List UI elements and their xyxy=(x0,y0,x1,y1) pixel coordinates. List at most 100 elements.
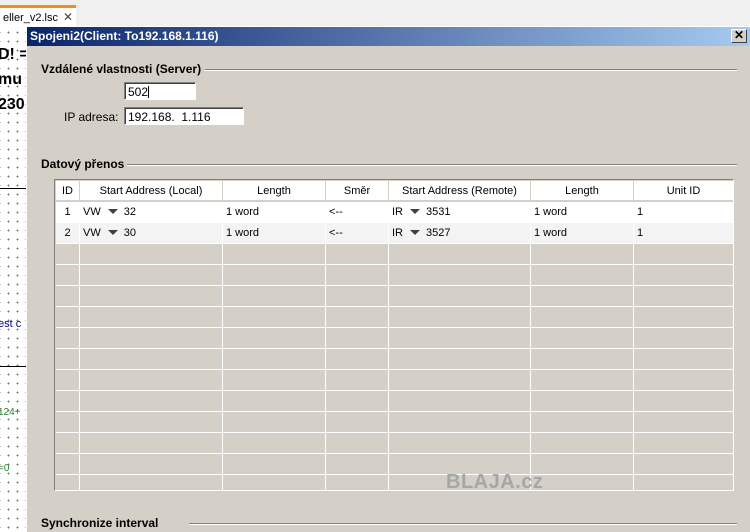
row-id[interactable]: 1 xyxy=(56,202,80,223)
empty-grid-cell[interactable] xyxy=(389,328,531,349)
empty-grid-cell[interactable] xyxy=(531,349,634,370)
empty-grid-cell[interactable] xyxy=(223,307,326,328)
empty-grid-cell[interactable] xyxy=(223,391,326,412)
port-field[interactable]: 502 xyxy=(124,82,196,100)
empty-grid-cell[interactable] xyxy=(531,286,634,307)
empty-grid-cell[interactable] xyxy=(634,349,733,370)
empty-grid-cell[interactable] xyxy=(634,265,733,286)
empty-grid-cell[interactable] xyxy=(634,391,733,412)
empty-grid-cell[interactable] xyxy=(326,454,389,475)
empty-grid-cell[interactable] xyxy=(634,412,733,433)
empty-grid-cell[interactable] xyxy=(531,391,634,412)
empty-grid-cell[interactable] xyxy=(223,412,326,433)
empty-grid-cell[interactable] xyxy=(326,307,389,328)
empty-grid-cell[interactable] xyxy=(56,454,80,475)
empty-grid-cell[interactable] xyxy=(389,370,531,391)
empty-grid-cell[interactable] xyxy=(80,244,223,265)
dropdown-arrow-icon[interactable] xyxy=(107,230,118,235)
empty-grid-cell[interactable] xyxy=(326,433,389,454)
empty-grid-cell[interactable] xyxy=(326,328,389,349)
empty-grid-cell[interactable] xyxy=(56,244,80,265)
column-header-unit-id[interactable]: Unit ID xyxy=(634,181,733,201)
empty-grid-cell[interactable] xyxy=(634,286,733,307)
empty-grid-cell[interactable] xyxy=(80,370,223,391)
empty-grid-cell[interactable] xyxy=(80,475,223,490)
empty-grid-cell[interactable] xyxy=(80,391,223,412)
empty-grid-cell[interactable] xyxy=(223,475,326,490)
column-header-length[interactable]: Length xyxy=(223,181,326,201)
empty-grid-cell[interactable] xyxy=(634,433,733,454)
length-cell[interactable]: 1 word xyxy=(223,202,326,223)
empty-grid-cell[interactable] xyxy=(531,265,634,286)
empty-grid-cell[interactable] xyxy=(223,454,326,475)
empty-grid-cell[interactable] xyxy=(389,433,531,454)
empty-grid-cell[interactable] xyxy=(80,328,223,349)
empty-grid-cell[interactable] xyxy=(56,265,80,286)
transfer-table[interactable]: ID Start Address (Local) Length Směr Sta… xyxy=(54,179,734,491)
empty-grid-cell[interactable] xyxy=(531,454,634,475)
empty-grid-cell[interactable] xyxy=(80,265,223,286)
empty-grid-cell[interactable] xyxy=(223,286,326,307)
ladder-canvas[interactable]: D! = mu 230 est c 124+ =0 xyxy=(0,26,26,532)
length-cell[interactable]: 1 word xyxy=(223,223,326,244)
dropdown-arrow-icon[interactable] xyxy=(107,209,118,214)
empty-grid-cell[interactable] xyxy=(531,370,634,391)
empty-grid-cell[interactable] xyxy=(56,307,80,328)
remote-address-cell[interactable]: IR 3531 xyxy=(389,202,531,223)
empty-grid-cell[interactable] xyxy=(634,475,733,490)
direction-cell[interactable]: <-- xyxy=(326,202,389,223)
empty-grid-cell[interactable] xyxy=(56,328,80,349)
empty-grid-cell[interactable] xyxy=(634,307,733,328)
empty-grid-cell[interactable] xyxy=(223,265,326,286)
empty-grid-cell[interactable] xyxy=(326,412,389,433)
empty-grid-cell[interactable] xyxy=(56,370,80,391)
column-header-direction[interactable]: Směr xyxy=(326,181,389,201)
remote-address-cell[interactable]: IR 3527 xyxy=(389,223,531,244)
empty-grid-cell[interactable] xyxy=(389,244,531,265)
empty-grid-cell[interactable] xyxy=(326,265,389,286)
empty-grid-cell[interactable] xyxy=(389,265,531,286)
column-header-id[interactable]: ID xyxy=(56,181,80,201)
empty-grid-cell[interactable] xyxy=(56,433,80,454)
empty-grid-cell[interactable] xyxy=(80,307,223,328)
empty-grid-cell[interactable] xyxy=(80,454,223,475)
dialog-titlebar[interactable]: Spojeni2(Client: To192.168.1.116) ✕ xyxy=(27,27,750,46)
empty-grid-cell[interactable] xyxy=(223,328,326,349)
ip-address-field[interactable]: 192.168. 1.116 xyxy=(124,107,244,125)
remote-length-cell[interactable]: 1 word xyxy=(531,202,634,223)
row-id[interactable]: 2 xyxy=(56,223,80,244)
empty-grid-cell[interactable] xyxy=(326,244,389,265)
remote-length-cell[interactable]: 1 word xyxy=(531,223,634,244)
empty-grid-cell[interactable] xyxy=(531,433,634,454)
file-tab[interactable]: eller_v2.lsc ✕ xyxy=(0,5,76,26)
empty-grid-cell[interactable] xyxy=(223,244,326,265)
empty-grid-cell[interactable] xyxy=(56,475,80,490)
unit-id-cell[interactable]: 1 xyxy=(634,202,733,223)
empty-grid-cell[interactable] xyxy=(389,412,531,433)
empty-grid-cell[interactable] xyxy=(56,412,80,433)
empty-grid-cell[interactable] xyxy=(223,349,326,370)
dropdown-arrow-icon[interactable] xyxy=(410,230,420,235)
column-header-local-address[interactable]: Start Address (Local) xyxy=(80,181,223,201)
column-header-remote-length[interactable]: Length xyxy=(531,181,634,201)
empty-grid-cell[interactable] xyxy=(389,349,531,370)
empty-grid-cell[interactable] xyxy=(634,328,733,349)
column-header-remote-address[interactable]: Start Address (Remote) xyxy=(389,181,531,201)
empty-grid-cell[interactable] xyxy=(56,349,80,370)
empty-grid-cell[interactable] xyxy=(531,307,634,328)
empty-grid-cell[interactable] xyxy=(326,349,389,370)
empty-grid-cell[interactable] xyxy=(389,307,531,328)
empty-grid-cell[interactable] xyxy=(80,286,223,307)
empty-grid-cell[interactable] xyxy=(80,412,223,433)
local-address-cell[interactable]: VW 30 xyxy=(80,223,223,244)
empty-grid-cell[interactable] xyxy=(531,475,634,490)
empty-grid-cell[interactable] xyxy=(80,433,223,454)
empty-grid-cell[interactable] xyxy=(531,328,634,349)
direction-cell[interactable]: <-- xyxy=(326,223,389,244)
empty-grid-cell[interactable] xyxy=(56,391,80,412)
empty-grid-cell[interactable] xyxy=(634,454,733,475)
empty-grid-cell[interactable] xyxy=(80,349,223,370)
empty-grid-cell[interactable] xyxy=(223,433,326,454)
empty-grid-cell[interactable] xyxy=(326,475,389,490)
empty-grid-cell[interactable] xyxy=(326,391,389,412)
